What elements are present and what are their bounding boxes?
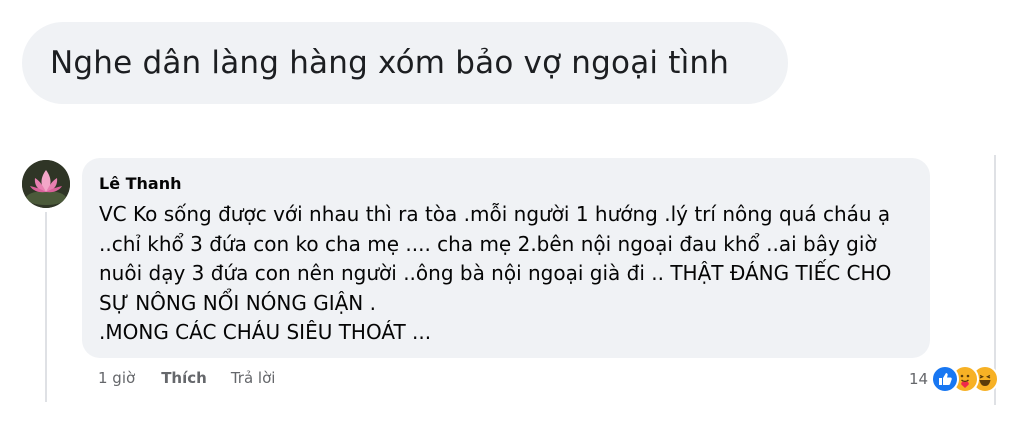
comment-actions: 1 giờ Thích Trả lời [98, 369, 275, 387]
lotus-avatar-image [22, 160, 70, 208]
avatar[interactable] [22, 160, 70, 208]
post-text: Nghe dân làng hàng xóm bảo vợ ngoại tình [50, 45, 730, 81]
reaction-summary[interactable]: 14 [909, 365, 1000, 393]
comment-bubble: Lê Thanh VC Ko sống được với nhau thì ra… [82, 158, 930, 358]
comment-line: ..chỉ khổ 3 đứa con ko cha mẹ .... cha m… [99, 231, 877, 256]
page: Nghe dân làng hàng xóm bảo vợ ngoại tình… [0, 0, 1009, 448]
comment-line: .MONG CÁC CHÁU SIÊU THOÁT ... [99, 320, 432, 344]
comment-line: SỰ NÔNG NỔI NÓNG GIẬN . [99, 290, 376, 315]
comment-author[interactable]: Lê Thanh [99, 174, 914, 194]
reply-button[interactable]: Trả lời [231, 369, 276, 387]
like-icon [931, 365, 960, 393]
comment-timestamp[interactable]: 1 giờ [98, 369, 135, 387]
thread-line [45, 212, 47, 402]
reaction-count: 14 [909, 370, 929, 388]
post-bubble: Nghe dân làng hàng xóm bảo vợ ngoại tình [22, 22, 788, 104]
comment-line: VC Ko sống được với nhau thì ra tòa .mỗi… [99, 202, 891, 226]
like-button[interactable]: Thích [161, 369, 207, 387]
comment-text: VC Ko sống được với nhau thì ra tòa .mỗi… [99, 200, 914, 348]
comment-line: nuôi dạy 3 đứa con nên người ..ông bà nộ… [99, 261, 892, 285]
